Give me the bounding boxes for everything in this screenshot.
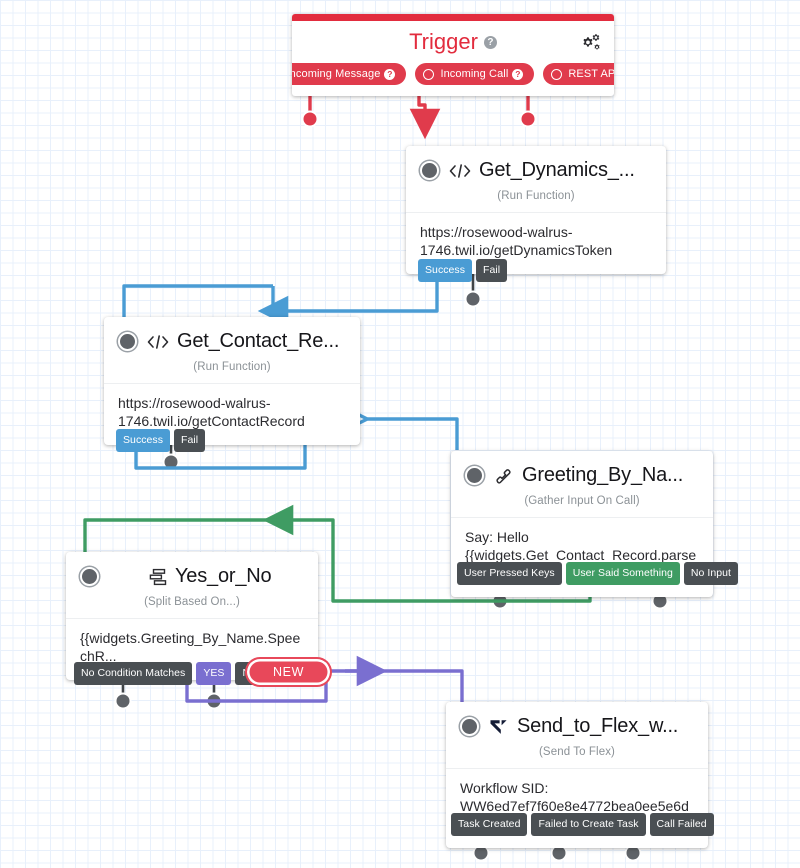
wire-yes-or-no-entry: [83, 518, 278, 556]
widget-header: Get_Dynamics_...: [406, 146, 666, 184]
widget-header: Greeting_By_Na...: [451, 451, 713, 489]
output-fail[interactable]: Fail: [476, 259, 508, 282]
trigger-output-label: REST API: [568, 68, 614, 80]
widget-yes-or-no-outputs: No Condition Matches YES NO: [74, 662, 269, 685]
output-success[interactable]: Success: [116, 429, 171, 452]
trigger-widget[interactable]: Trigger? Incoming Message ? Incoming Cal…: [292, 14, 614, 96]
trigger-accent-bar: [292, 14, 614, 21]
widget-get-dynamics-token-outputs: Success Fail: [418, 259, 511, 282]
gears-icon[interactable]: [580, 33, 602, 59]
output-no-condition-matches[interactable]: No Condition Matches: [74, 662, 193, 685]
widget-anchor-dot[interactable]: [460, 717, 479, 736]
output-fail[interactable]: Fail: [174, 429, 206, 452]
output-failed-to-create-task[interactable]: Failed to Create Task: [531, 813, 646, 836]
widget-body: Workflow SID: WW6ed7ef7f60e8e4772bea0ee5…: [446, 768, 708, 848]
code-icon: [448, 162, 472, 180]
widget-body: Say: Hello {{widgets.Get_Contact_Record.…: [451, 517, 713, 597]
widget-type: (Run Function): [497, 190, 575, 202]
help-icon[interactable]: ?: [483, 36, 497, 49]
widget-type: (Run Function): [193, 361, 271, 373]
flow-canvas[interactable]: Trigger? Incoming Message ? Incoming Cal…: [0, 0, 800, 868]
help-icon[interactable]: ?: [384, 68, 396, 80]
widget-type: (Gather Input On Call): [524, 495, 640, 507]
trigger-output-label: Incoming Call: [440, 68, 509, 80]
output-no-input[interactable]: No Input: [683, 562, 738, 585]
widget-type: (Split Based On...): [144, 596, 240, 608]
widget-title: Send_to_Flex_w...: [517, 715, 679, 737]
split-icon: [148, 567, 168, 587]
output-task-created[interactable]: Task Created: [451, 813, 528, 836]
trigger-title-row: Trigger?: [292, 21, 614, 57]
trigger-output-incoming-call[interactable]: Incoming Call ?: [415, 63, 535, 85]
widget-get-contact-record-outputs: Success Fail: [116, 429, 209, 452]
widget-anchor-dot[interactable]: [80, 567, 99, 586]
widget-title: Greeting_By_Na...: [522, 464, 684, 486]
widget-get-dynamics-token[interactable]: Get_Dynamics_... (Run Function) https://…: [406, 146, 666, 274]
wire-get-contact-entry: [122, 284, 273, 317]
widget-send-to-flex-outputs: Task Created Failed to Create Task Call …: [451, 813, 718, 836]
widget-header: Get_Contact_Re...: [104, 317, 360, 355]
connector-ring-icon: [551, 68, 563, 80]
trigger-outputs: Incoming Message ? Incoming Call ? REST …: [292, 57, 614, 96]
widget-get-contact-record[interactable]: Get_Contact_Re... (Run Function) https:/…: [104, 317, 360, 445]
wire-get-dynamics-success-to-get-contact: [257, 272, 439, 327]
widget-anchor-dot[interactable]: [118, 332, 137, 351]
widget-type: (Send To Flex): [539, 746, 615, 758]
widget-title: Get_Contact_Re...: [177, 330, 340, 352]
output-success[interactable]: Success: [418, 259, 473, 282]
code-icon: [146, 333, 170, 351]
connector-ring-icon: [423, 68, 435, 80]
trigger-output-rest-api[interactable]: REST API ?: [543, 63, 614, 85]
widget-header: Yes_or_No: [66, 552, 318, 590]
output-user-pressed-keys[interactable]: User Pressed Keys: [457, 562, 562, 585]
output-user-said-something[interactable]: User Said Something: [565, 562, 680, 585]
widget-header: Send_to_Flex_w...: [446, 702, 708, 740]
flex-icon: [488, 717, 510, 737]
help-icon[interactable]: ?: [512, 68, 524, 80]
widget-title: Get_Dynamics_...: [479, 159, 635, 181]
widget-anchor-dot[interactable]: [420, 161, 439, 180]
trigger-output-incoming-message[interactable]: Incoming Message ?: [292, 63, 407, 85]
widget-greeting-by-name-outputs: User Pressed Keys User Said Something No…: [457, 562, 742, 585]
output-yes[interactable]: YES: [196, 662, 232, 685]
trigger-output-label: Incoming Message: [292, 68, 381, 80]
new-transition-button[interactable]: NEW: [245, 657, 332, 687]
trigger-title: Trigger: [409, 29, 478, 54]
output-call-failed[interactable]: Call Failed: [649, 813, 714, 836]
widget-title: Yes_or_No: [175, 565, 272, 587]
widget-anchor-dot[interactable]: [465, 466, 484, 485]
phone-icon: [493, 466, 515, 486]
